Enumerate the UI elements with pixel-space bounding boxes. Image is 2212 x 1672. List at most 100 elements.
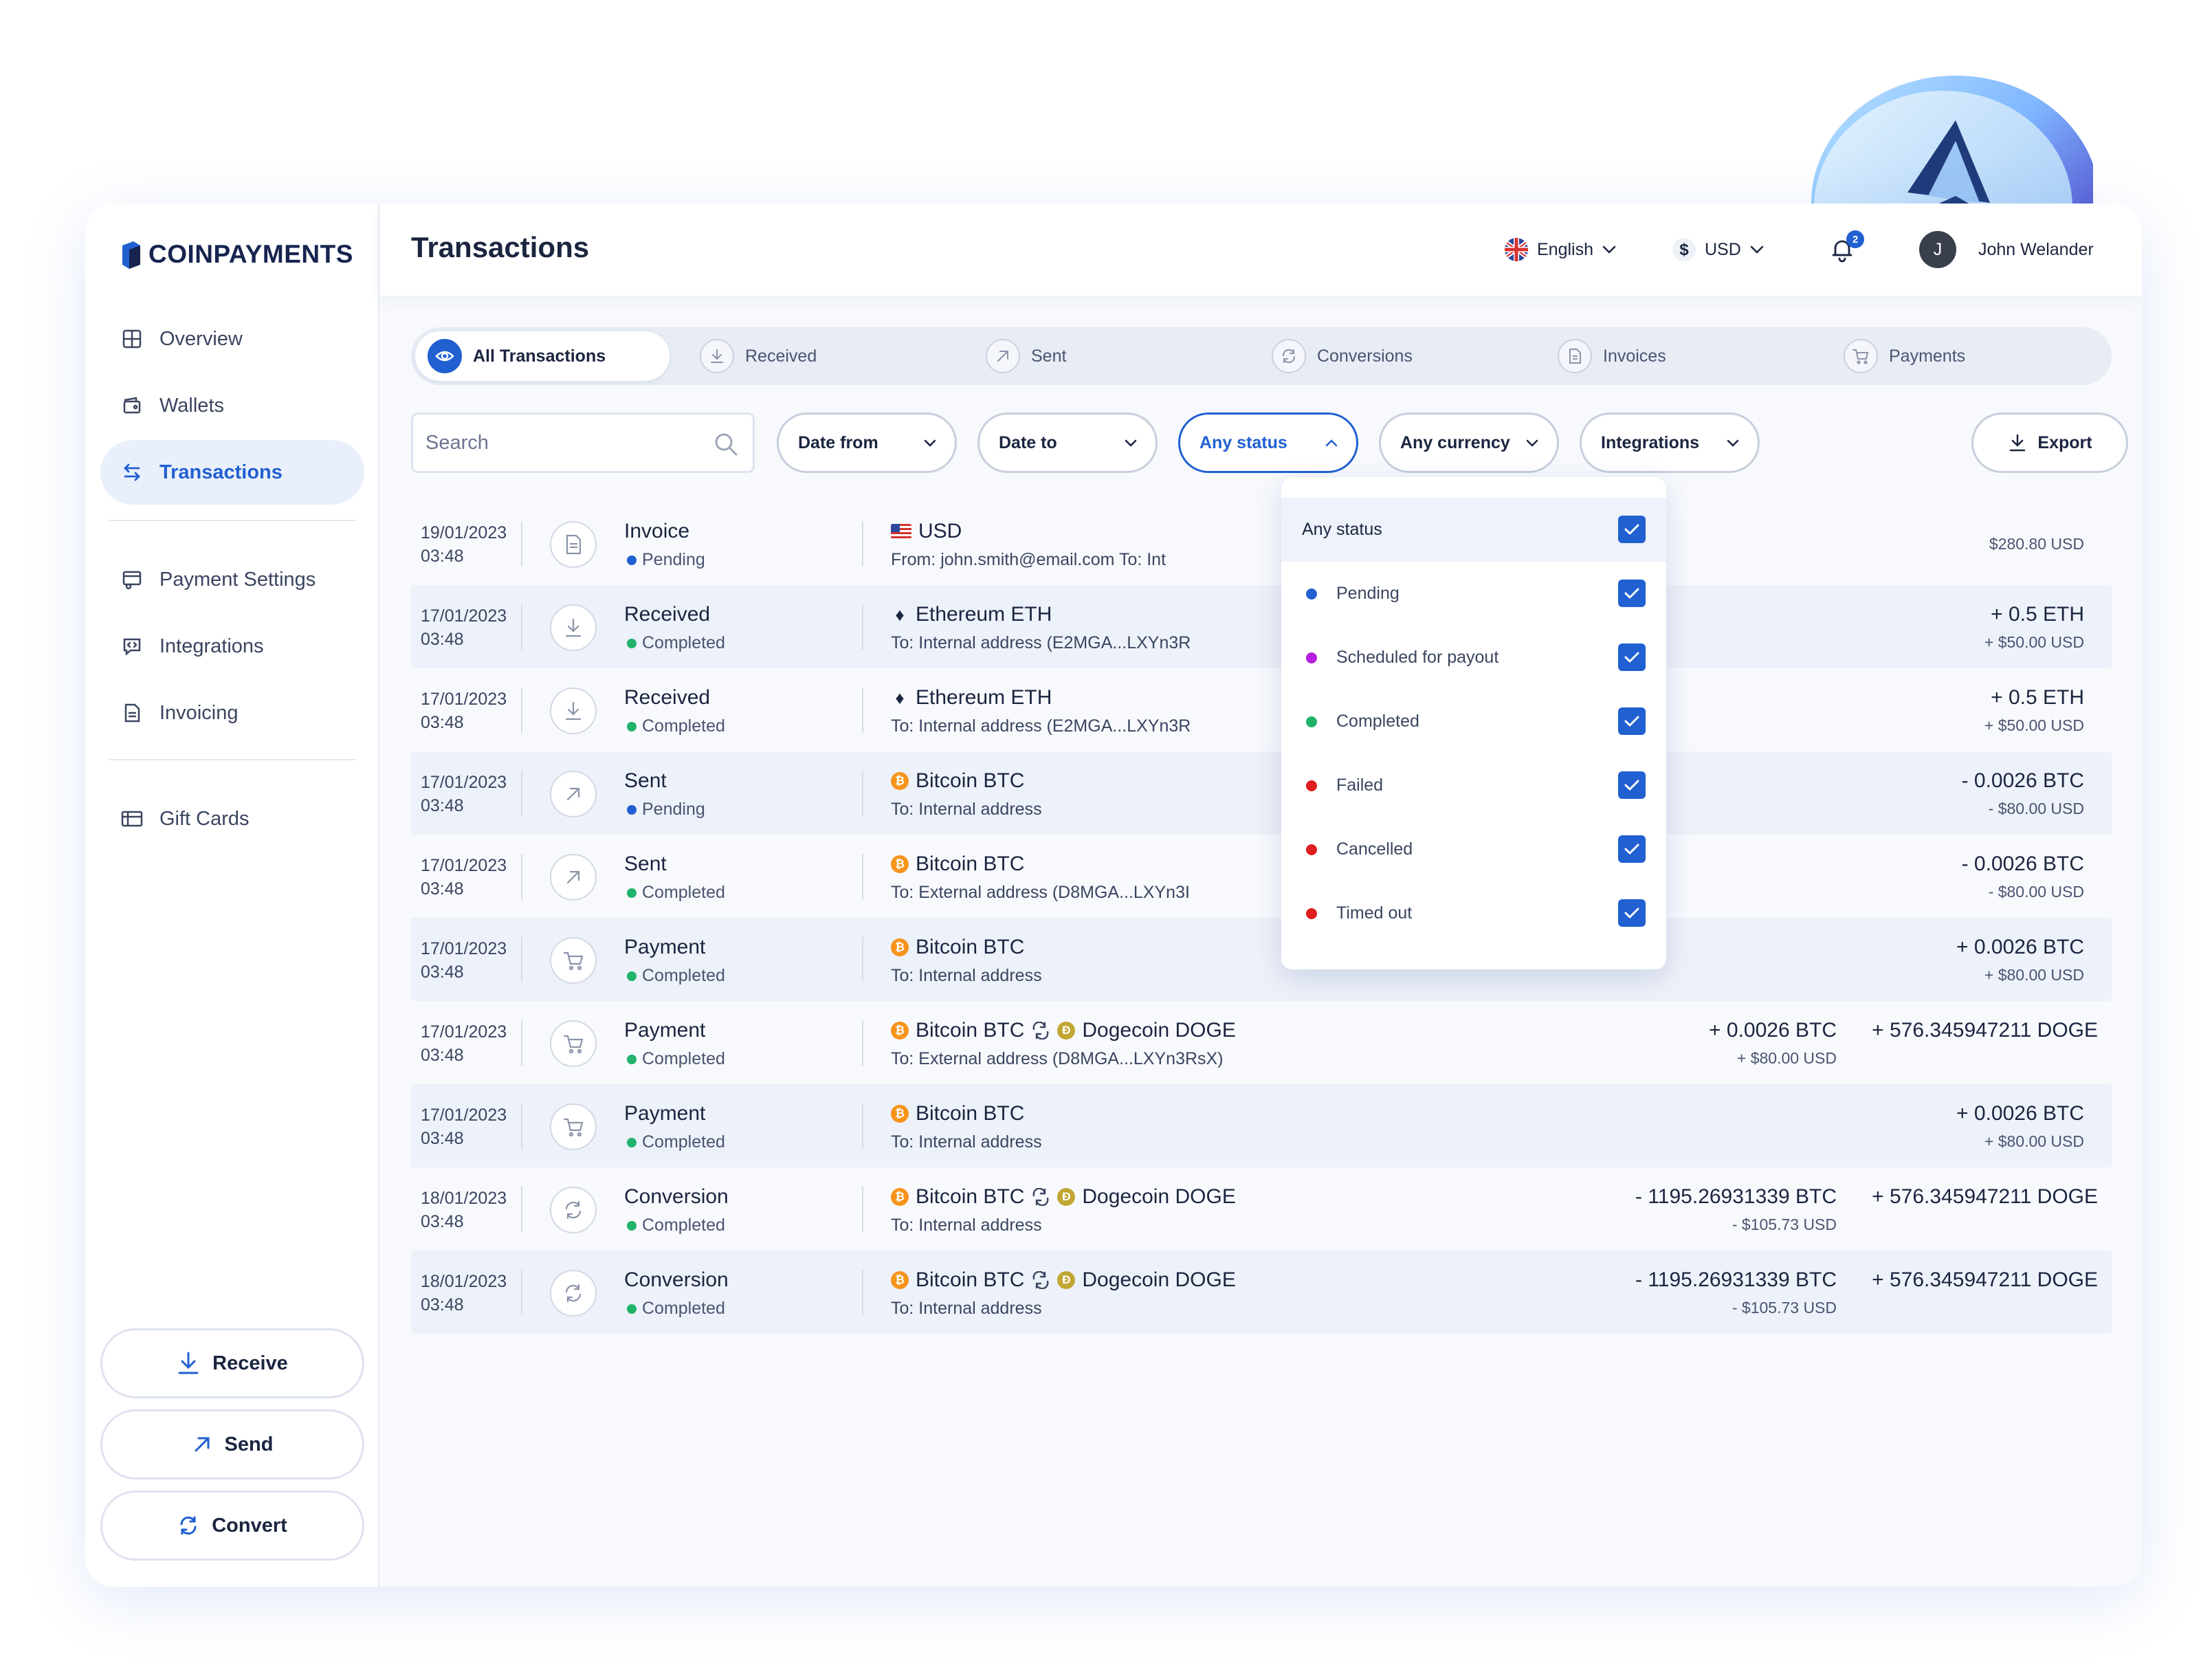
ethereum-icon: ♦ — [895, 604, 905, 625]
column-divider — [521, 937, 522, 982]
table-row[interactable]: 17/01/2023 03:48 Payment Completed ₿ Bitcoin … — [411, 918, 2112, 1001]
checkbox[interactable] — [1618, 516, 1646, 543]
status-text: Completed — [642, 1299, 725, 1318]
bitcoin-icon: ₿ — [891, 855, 909, 873]
sidebar-divider — [109, 759, 356, 760]
transaction-currency: ₿ Bitcoin BTC Ð Dogecoin DOGE — [891, 1268, 1236, 1292]
sidebar-item-overview[interactable]: Overview — [100, 307, 364, 371]
currency-name: Bitcoin BTC — [916, 852, 1025, 875]
date-from-filter[interactable]: Date from — [777, 412, 957, 473]
date-text: 17/01/2023 — [421, 1106, 507, 1125]
status-option-pending[interactable]: Pending — [1281, 562, 1666, 626]
sidebar-item-gift-cards[interactable]: Gift Cards — [100, 786, 364, 851]
export-button[interactable]: Export — [1971, 412, 2128, 473]
table-row[interactable]: 17/01/2023 03:48 Sent Completed ₿ Bitcoin BTC… — [411, 835, 2112, 918]
sidebar-item-invoicing[interactable]: Invoicing — [100, 681, 364, 745]
status-text: Pending — [642, 550, 705, 569]
transaction-type: Payment — [624, 1019, 706, 1042]
column-divider — [862, 854, 863, 899]
status-dot — [1306, 908, 1317, 919]
tab-all-transactions[interactable]: All Transactions — [415, 331, 670, 381]
user-menu[interactable]: J John Welander — [1919, 231, 2094, 268]
language-selector[interactable]: English — [1504, 232, 1617, 267]
currency-selector[interactable]: $ USD — [1672, 232, 1765, 267]
column-divider — [862, 604, 863, 650]
table-row[interactable]: 18/01/2023 03:48 Conversion Completed ₿ Bitco… — [411, 1167, 2112, 1251]
status-option-label: Completed — [1336, 712, 1419, 731]
transaction-address: To: Internal address — [891, 1216, 1042, 1235]
status-option-label: Cancelled — [1336, 839, 1413, 859]
transaction-currency: ♦ Ethereum ETH — [891, 686, 1052, 710]
checkbox[interactable] — [1618, 835, 1646, 863]
checkbox[interactable] — [1618, 580, 1646, 607]
table-row[interactable]: 17/01/2023 03:48 Received Completed ♦ Ethereu… — [411, 585, 2112, 668]
date-to-filter[interactable]: Date to — [977, 412, 1158, 473]
currency-filter[interactable]: Any currency — [1379, 412, 1559, 473]
table-row[interactable]: 18/01/2023 03:48 Conversion Completed ₿ Bitco… — [411, 1251, 2112, 1334]
sidebar-item-transactions[interactable]: Transactions — [100, 440, 364, 505]
checkbox[interactable] — [1618, 644, 1646, 671]
amount-usd: - $80.00 USD — [1988, 883, 2084, 901]
amount-usd: + $50.00 USD — [1984, 716, 2084, 734]
column-divider — [521, 1020, 522, 1066]
sidebar: COINPAYMENTS Overview Wallets Transactio… — [85, 204, 379, 1587]
currency-name: Bitcoin BTC — [916, 1019, 1025, 1042]
sidebar-item-payment-settings[interactable]: Payment Settings — [100, 547, 364, 612]
tab-invoices[interactable]: Invoices — [1558, 331, 1666, 381]
column-divider — [521, 688, 522, 733]
search-input[interactable] — [425, 415, 700, 471]
sidebar-item-wallets[interactable]: Wallets — [100, 373, 364, 438]
bitcoin-icon: ₿ — [891, 1105, 909, 1123]
notifications-button[interactable]: 2 — [1828, 230, 1864, 267]
tab-received[interactable]: Received — [700, 331, 817, 381]
chevron-down-icon — [924, 439, 936, 447]
status-option-scheduled-for-payout[interactable]: Scheduled for payout — [1281, 626, 1666, 690]
tab-sent[interactable]: Sent — [986, 331, 1066, 381]
send-button[interactable]: Send — [100, 1409, 364, 1480]
status-dot — [1306, 652, 1317, 663]
search-icon[interactable] — [713, 431, 739, 457]
status-filter[interactable]: Any status — [1178, 412, 1358, 473]
convert-button[interactable]: Convert — [100, 1490, 364, 1561]
amount: + 0.0026 BTC — [1956, 1102, 2084, 1125]
table-row[interactable]: 17/01/2023 03:48 Sent Pending ₿ Bitcoin BTC To… — [411, 751, 2112, 835]
integrations-filter[interactable]: Integrations — [1580, 412, 1760, 473]
table-row[interactable]: 17/01/2023 03:48 Received Completed ♦ Ethereu… — [411, 668, 2112, 751]
brand-logo[interactable]: COINPAYMENTS — [120, 234, 353, 275]
column-divider — [862, 937, 863, 982]
checkbox[interactable] — [1618, 771, 1646, 799]
uk-flag-icon — [1505, 238, 1528, 261]
transaction-address: To: Internal address (E2MGA...LXYn3R — [891, 633, 1191, 652]
transaction-date: 17/01/2023 03:48 — [421, 1103, 507, 1150]
avatar: J — [1919, 231, 1956, 268]
main-content: Transactions English $ USD 2 J John Wela… — [379, 204, 2142, 1587]
status-option-completed[interactable]: Completed — [1281, 690, 1666, 754]
status-option-failed[interactable]: Failed — [1281, 754, 1666, 817]
transaction-currency: USD — [891, 520, 962, 543]
table-row[interactable]: 17/01/2023 03:48 Payment Completed ₿ Bitcoin … — [411, 1084, 2112, 1167]
checkbox[interactable] — [1618, 707, 1646, 735]
amount: - 0.0026 BTC — [1961, 769, 2084, 792]
status-option-timed-out[interactable]: Timed out — [1281, 881, 1666, 945]
download-icon — [700, 339, 734, 373]
amount: - 1195.26931339 BTC — [1635, 1185, 1837, 1208]
status-badge: Completed — [627, 966, 725, 986]
currency-label: USD — [1705, 239, 1741, 259]
table-row[interactable]: 17/01/2023 03:48 Payment Completed ₿ Bitcoin … — [411, 1001, 2112, 1084]
status-option-any-status[interactable]: Any status — [1281, 498, 1666, 562]
transaction-type: Received — [624, 603, 711, 626]
transaction-currency: ₿ Bitcoin BTC Ð Dogecoin DOGE — [891, 1019, 1236, 1042]
checkbox[interactable] — [1618, 899, 1646, 927]
download-icon — [178, 1352, 199, 1374]
tab-conversions[interactable]: Conversions — [1272, 331, 1413, 381]
status-text: Completed — [642, 883, 725, 902]
brand-name: COINPAYMENTS — [148, 240, 353, 268]
dogecoin-icon: Ð — [1057, 1188, 1076, 1206]
gift-card-icon — [120, 806, 144, 831]
receive-button[interactable]: Receive — [100, 1328, 364, 1398]
tab-payments[interactable]: Payments — [1844, 331, 1965, 381]
status-option-cancelled[interactable]: Cancelled — [1281, 817, 1666, 881]
table-row[interactable]: 19/01/2023 03:48 Invoice Pending USD From: jo… — [411, 502, 2112, 585]
sidebar-item-integrations[interactable]: Integrations — [100, 614, 364, 679]
convert-icon — [550, 1187, 597, 1233]
